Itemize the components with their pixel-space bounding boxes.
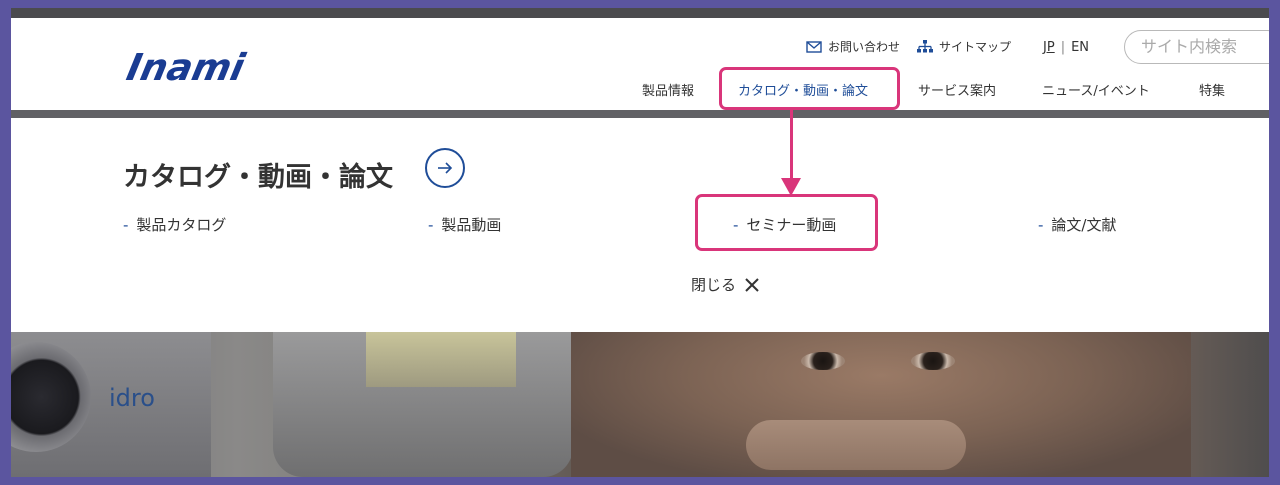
- submenu-label: 製品動画: [441, 216, 502, 234]
- submenu-dash: -: [123, 216, 129, 234]
- submenu-dash: -: [1038, 216, 1044, 234]
- sitemap-label: サイトマップ: [939, 40, 1012, 54]
- nav-features[interactable]: 特集: [1199, 80, 1225, 99]
- sitemap-link[interactable]: サイトマップ: [917, 38, 1011, 55]
- sitemap-icon: [917, 40, 933, 53]
- hero-device-screen: [366, 332, 516, 387]
- submenu-label: 論文/文献: [1051, 216, 1117, 234]
- submenu-dash: -: [428, 216, 434, 234]
- submenu-product-catalog[interactable]: - 製品カタログ: [123, 214, 226, 235]
- nav-news-events[interactable]: ニュース/イベント: [1042, 80, 1150, 99]
- top-bar: [11, 8, 1269, 18]
- contact-link[interactable]: お問い合わせ: [806, 38, 900, 55]
- mail-icon: [806, 40, 822, 53]
- browser-frame: Inami お問い合わせ サイトマップ JP | EN サイト内検索 製品情報 カタ…: [11, 8, 1269, 477]
- annotation-arrow-line: [790, 110, 793, 182]
- lang-separator: |: [1060, 40, 1066, 55]
- submenu-label: 製品カタログ: [136, 216, 227, 234]
- mega-menu-title: カタログ・動画・論文: [123, 162, 393, 193]
- highlight-box-nav: [719, 67, 900, 110]
- hero-hand: [746, 420, 966, 470]
- mega-menu-go-button[interactable]: [425, 148, 465, 188]
- nav-products[interactable]: 製品情報: [642, 80, 694, 99]
- lang-jp-link[interactable]: JP: [1043, 40, 1055, 55]
- close-icon: [745, 277, 759, 292]
- submenu-product-video[interactable]: - 製品動画: [428, 214, 501, 235]
- language-switcher: JP | EN: [1043, 40, 1089, 55]
- mega-menu-close-button[interactable]: 閉じる: [691, 274, 760, 295]
- highlight-box-seminar: [695, 194, 878, 251]
- search-input[interactable]: サイト内検索: [1124, 30, 1269, 64]
- hero-eye-left: [801, 352, 845, 370]
- nav-services[interactable]: サービス案内: [918, 80, 996, 99]
- arrow-right-icon: [438, 162, 453, 174]
- hero-banner: idro: [11, 332, 1269, 477]
- hero-eye-right: [911, 352, 955, 370]
- submenu-papers[interactable]: - 論文/文献: [1038, 214, 1116, 235]
- header-divider: [11, 110, 1269, 118]
- close-label: 閉じる: [691, 276, 737, 294]
- contact-label: お問い合わせ: [828, 40, 901, 54]
- lang-en-link[interactable]: EN: [1071, 40, 1089, 55]
- inami-logo[interactable]: Inami: [123, 46, 248, 89]
- hero-device-brand: idro: [109, 384, 155, 412]
